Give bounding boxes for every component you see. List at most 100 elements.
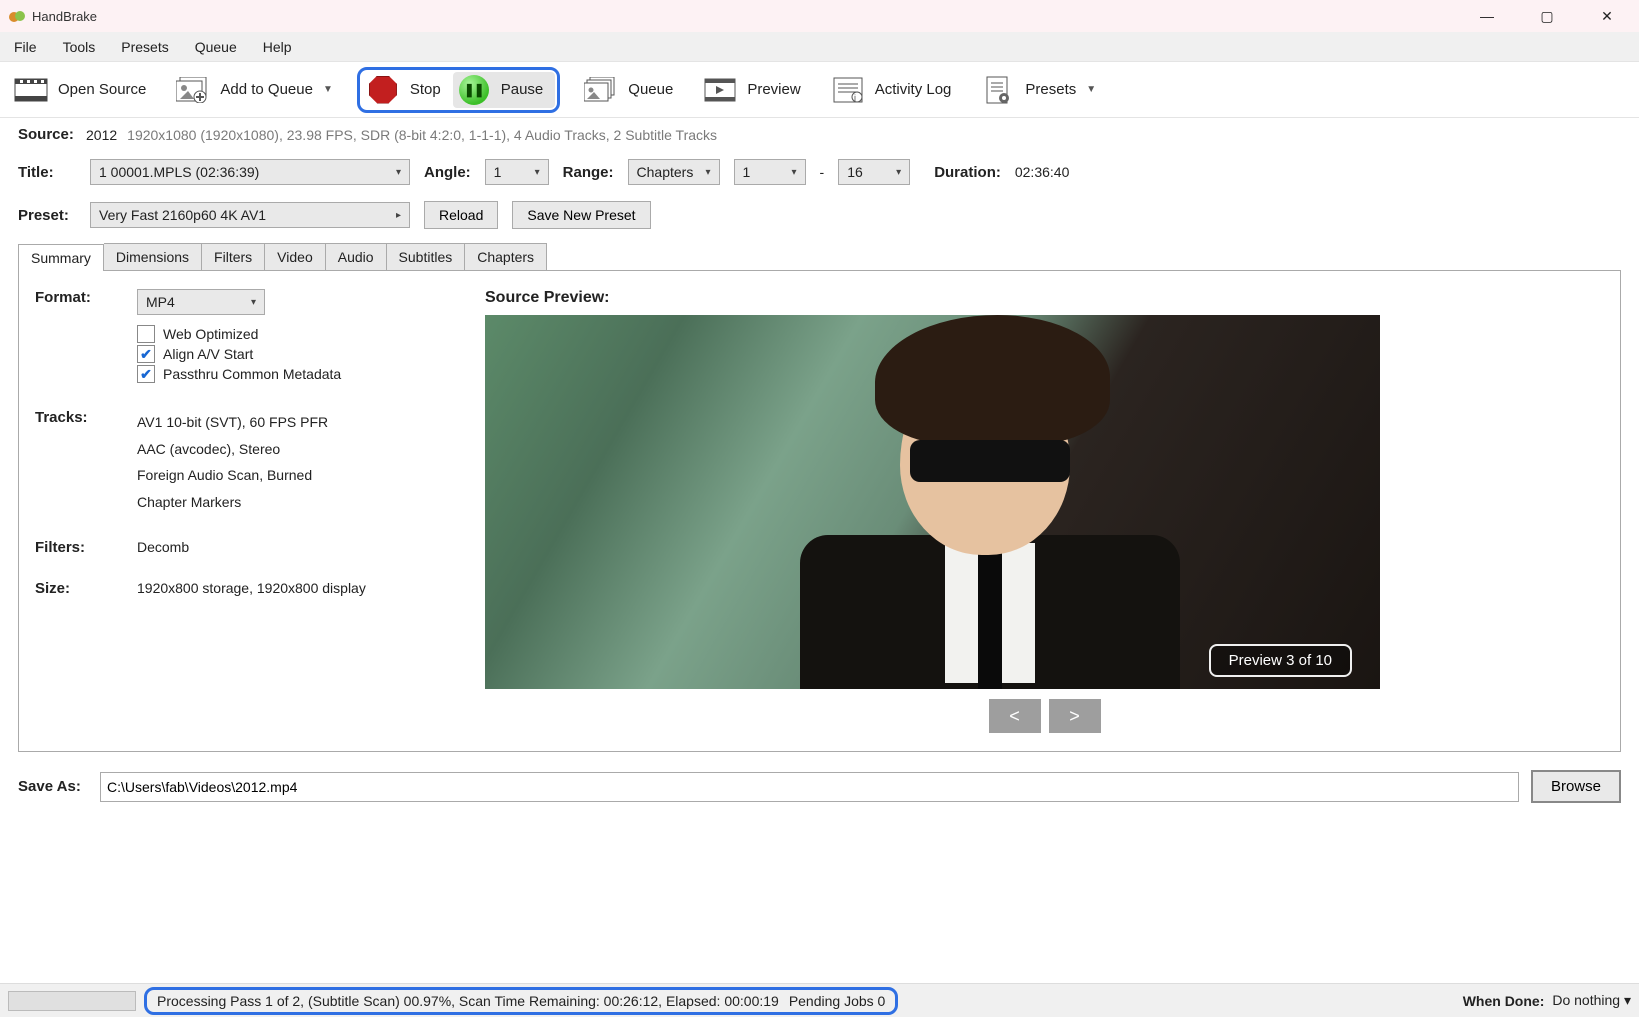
titlebar: HandBrake ― ▢ ✕ <box>0 0 1639 32</box>
log-icon: i <box>831 76 865 104</box>
save-as-label: Save As: <box>18 778 88 795</box>
maximize-button[interactable]: ▢ <box>1529 2 1565 30</box>
filters-label: Filters: <box>35 539 119 556</box>
track-line: Chapter Markers <box>137 489 328 516</box>
align-av-label: Align A/V Start <box>163 346 253 362</box>
tab-audio[interactable]: Audio <box>326 243 387 270</box>
track-line: Foreign Audio Scan, Burned <box>137 462 328 489</box>
preview-label: Preview <box>747 81 800 98</box>
browse-button[interactable]: Browse <box>1531 770 1621 803</box>
tab-video[interactable]: Video <box>265 243 326 270</box>
menu-help[interactable]: Help <box>257 35 298 59</box>
tab-filters[interactable]: Filters <box>202 243 265 270</box>
presets-icon <box>981 76 1015 104</box>
preview-image: Preview 3 of 10 <box>485 315 1380 689</box>
stop-icon <box>366 76 400 104</box>
title-select[interactable]: 1 00001.MPLS (02:36:39)▾ <box>90 159 410 185</box>
menubar: File Tools Presets Queue Help <box>0 32 1639 62</box>
preset-row: Preset: Very Fast 2160p60 4K AV1▸ Reload… <box>0 193 1639 237</box>
reload-button[interactable]: Reload <box>424 201 498 229</box>
web-optimized-label: Web Optimized <box>163 326 258 342</box>
queue-label: Queue <box>628 81 673 98</box>
status-bar: Processing Pass 1 of 2, (Subtitle Scan) … <box>0 983 1639 1017</box>
source-details: 1920x1080 (1920x1080), 23.98 FPS, SDR (8… <box>127 127 717 143</box>
summary-panel: Format: MP4▾ Web Optimized ✔ Align A/V S… <box>18 270 1621 752</box>
toolbar: Open Source Add to Queue ▼ Stop ❚❚ Pause… <box>0 62 1639 118</box>
range-type-value: Chapters <box>637 164 694 180</box>
film-icon <box>14 76 48 104</box>
activity-log-label: Activity Log <box>875 81 952 98</box>
menu-tools[interactable]: Tools <box>57 35 102 59</box>
passthru-checkbox[interactable]: ✔ <box>137 365 155 383</box>
chevron-down-icon[interactable]: ▼ <box>1086 84 1096 95</box>
presets-label: Presets <box>1025 81 1076 98</box>
format-label: Format: <box>35 289 119 306</box>
chevron-down-icon[interactable]: ▼ <box>323 84 333 95</box>
preview-title: Source Preview: <box>485 289 1604 307</box>
align-av-checkbox[interactable]: ✔ <box>137 345 155 363</box>
tab-dimensions[interactable]: Dimensions <box>104 243 202 270</box>
track-line: AV1 10-bit (SVT), 60 FPS PFR <box>137 409 328 436</box>
tab-chapters[interactable]: Chapters <box>465 243 547 270</box>
duration-value: 02:36:40 <box>1015 164 1070 180</box>
pending-jobs: Pending Jobs 0 <box>789 993 886 1009</box>
range-start-select[interactable]: 1▾ <box>734 159 806 185</box>
app-icon <box>8 7 26 25</box>
title-value: 1 00001.MPLS (02:36:39) <box>99 164 259 180</box>
save-as-input[interactable] <box>100 772 1519 802</box>
angle-value: 1 <box>494 164 502 180</box>
preview-icon <box>703 76 737 104</box>
menu-presets[interactable]: Presets <box>115 35 174 59</box>
stop-button[interactable]: Stop <box>362 72 453 108</box>
preset-value: Very Fast 2160p60 4K AV1 <box>99 207 266 223</box>
when-done-select[interactable]: Do nothing ▾ <box>1552 992 1631 1009</box>
menu-queue[interactable]: Queue <box>189 35 243 59</box>
image-plus-icon <box>176 76 210 104</box>
angle-select[interactable]: 1▾ <box>485 159 549 185</box>
svg-text:i: i <box>854 93 856 103</box>
title-label: Title: <box>18 164 76 181</box>
tab-subtitles[interactable]: Subtitles <box>387 243 466 270</box>
source-name: 2012 <box>86 127 117 143</box>
status-text: Processing Pass 1 of 2, (Subtitle Scan) … <box>157 993 779 1009</box>
activity-log-button[interactable]: i Activity Log <box>825 72 958 108</box>
open-source-label: Open Source <box>58 81 146 98</box>
progress-bar <box>8 991 136 1011</box>
window-title: HandBrake <box>32 9 97 24</box>
preview-prev-button[interactable]: < <box>989 699 1041 733</box>
preview-badge: Preview 3 of 10 <box>1209 644 1352 677</box>
preview-button[interactable]: Preview <box>697 72 806 108</box>
add-to-queue-button[interactable]: Add to Queue ▼ <box>170 72 338 108</box>
pause-button[interactable]: ❚❚ Pause <box>453 72 556 108</box>
save-as-row: Save As: Browse <box>0 752 1639 811</box>
duration-label: Duration: <box>934 164 1001 181</box>
title-row: Title: 1 00001.MPLS (02:36:39)▾ Angle: 1… <box>0 151 1639 193</box>
passthru-label: Passthru Common Metadata <box>163 366 341 382</box>
track-line: AAC (avcodec), Stereo <box>137 436 328 463</box>
presets-button[interactable]: Presets ▼ <box>975 72 1102 108</box>
stop-pause-group: Stop ❚❚ Pause <box>357 67 560 113</box>
add-to-queue-label: Add to Queue <box>220 81 313 98</box>
preset-select[interactable]: Very Fast 2160p60 4K AV1▸ <box>90 202 410 228</box>
pause-label: Pause <box>501 81 544 98</box>
stop-label: Stop <box>410 81 441 98</box>
range-end-select[interactable]: 16▾ <box>838 159 910 185</box>
menu-file[interactable]: File <box>8 35 43 59</box>
source-label: Source: <box>18 126 76 143</box>
web-optimized-checkbox[interactable] <box>137 325 155 343</box>
close-button[interactable]: ✕ <box>1589 2 1625 30</box>
save-new-preset-button[interactable]: Save New Preset <box>512 201 650 229</box>
range-label: Range: <box>563 164 614 181</box>
tab-summary[interactable]: Summary <box>18 244 104 271</box>
format-select[interactable]: MP4▾ <box>137 289 265 315</box>
when-done-label: When Done: <box>1463 993 1545 1009</box>
range-start-value: 1 <box>743 164 751 180</box>
tracks-label: Tracks: <box>35 409 119 426</box>
preview-next-button[interactable]: > <box>1049 699 1101 733</box>
queue-button[interactable]: Queue <box>578 72 679 108</box>
range-dash: - <box>820 164 825 180</box>
open-source-button[interactable]: Open Source <box>8 72 152 108</box>
range-type-select[interactable]: Chapters▾ <box>628 159 720 185</box>
minimize-button[interactable]: ― <box>1469 2 1505 30</box>
tabs: Summary Dimensions Filters Video Audio S… <box>18 243 1621 270</box>
